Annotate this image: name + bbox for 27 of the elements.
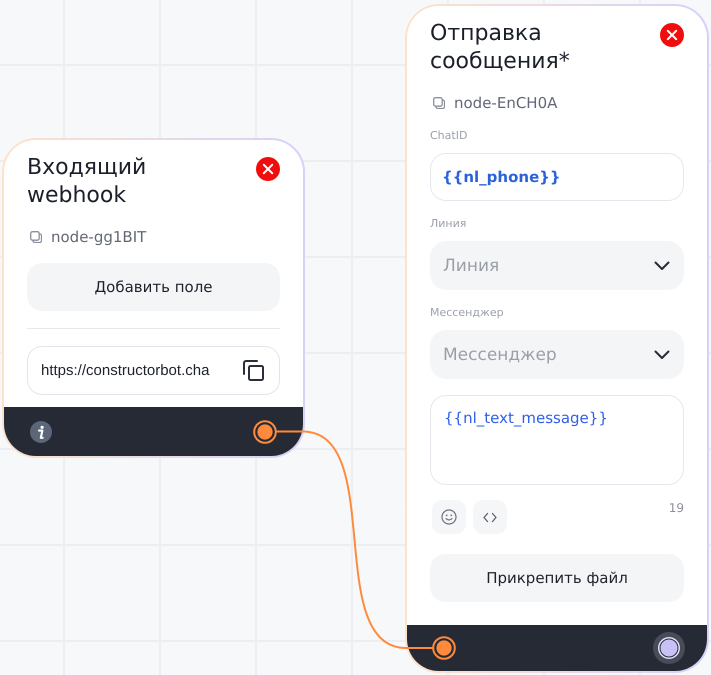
output-port-icon[interactable] [653, 632, 685, 664]
node-id: node-gg1BIT [51, 227, 146, 247]
output-port-icon[interactable] [253, 420, 277, 444]
url-field[interactable]: https://constructorbot.cha [27, 346, 280, 395]
chevron-down-icon [654, 350, 670, 360]
add-field-button[interactable]: Добавить поле [27, 263, 280, 311]
field-label: Мессенджер [430, 306, 505, 320]
emoji-button[interactable] [432, 500, 466, 534]
char-counter: 19 [668, 501, 684, 515]
field-label: ChatID [430, 129, 468, 143]
message-field[interactable]: {{nl_text_message}} [430, 395, 684, 485]
field-label: Линия [430, 217, 468, 231]
info-icon[interactable] [30, 420, 52, 442]
url-text: https://constructorbot.cha [41, 362, 210, 379]
attach-file-button[interactable]: Прикрепить файл [430, 554, 684, 602]
close-icon[interactable] [660, 23, 684, 47]
node-title: Входящий webhook [27, 154, 148, 210]
node-id: node-EnCH0A [454, 93, 558, 113]
copy-icon[interactable] [242, 359, 265, 382]
code-button[interactable] [473, 500, 507, 534]
chevron-down-icon [654, 260, 670, 270]
input-port-icon[interactable] [432, 636, 456, 660]
smiley-icon [441, 509, 457, 525]
text-field[interactable]: {{nl_phone}} [430, 153, 684, 201]
close-icon[interactable] [256, 157, 280, 181]
node-title: Отправка сообщения* [430, 20, 571, 76]
code-icon [483, 512, 497, 522]
